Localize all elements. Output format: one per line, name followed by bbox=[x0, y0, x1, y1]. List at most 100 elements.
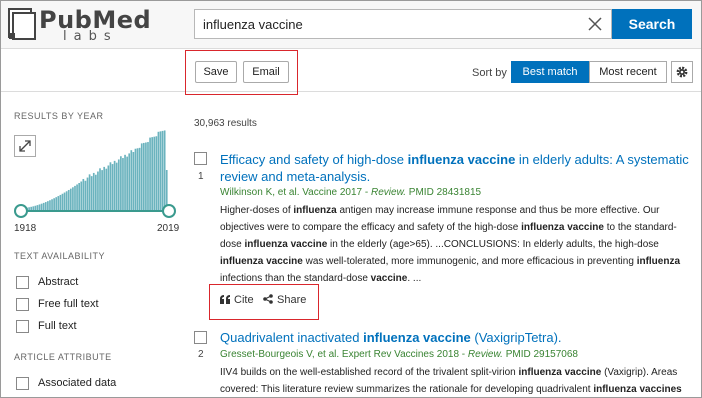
snippet-highlight: influenza vaccine bbox=[244, 239, 328, 250]
filter-free-full-text-checkbox[interactable] bbox=[16, 298, 29, 311]
histogram-bar bbox=[95, 174, 97, 210]
histogram-bar bbox=[72, 187, 74, 210]
histogram-bar bbox=[67, 189, 70, 210]
histogram-bar bbox=[74, 185, 76, 210]
histogram-bar bbox=[53, 198, 55, 210]
histogram-bar bbox=[120, 156, 122, 210]
snippet-highlight: influenza vaccine bbox=[521, 222, 604, 233]
histogram-bar bbox=[153, 136, 156, 210]
filter-associated-data-label[interactable]: Associated data bbox=[38, 377, 116, 389]
histogram-bar bbox=[55, 197, 58, 210]
search-button[interactable]: Search bbox=[612, 9, 692, 39]
histogram-bar bbox=[99, 168, 101, 210]
histogram-bar bbox=[149, 137, 151, 210]
search-input[interactable] bbox=[195, 10, 575, 38]
clear-x-icon bbox=[588, 17, 602, 31]
histogram-bar bbox=[145, 142, 147, 210]
result-2-authors: Gresset-Bourgeois V, et al. Expert Rev V… bbox=[220, 349, 468, 360]
actions-bar: Save Email Sort by Best match Most recen… bbox=[1, 50, 701, 95]
histogram-bar bbox=[92, 172, 95, 210]
expand-icon bbox=[19, 140, 31, 152]
snippet-highlight: influenza bbox=[293, 205, 337, 216]
histogram-bar bbox=[61, 193, 64, 210]
result-1-authors: Wilkinson K, et al. Vaccine 2017 - bbox=[220, 187, 371, 198]
pubmed-labs-logo[interactable]: PubMed labs bbox=[7, 5, 151, 45]
share-button[interactable]: Share bbox=[263, 294, 306, 306]
histogram-bar bbox=[165, 170, 168, 210]
share-label: Share bbox=[277, 294, 307, 306]
result-2-number: 2 bbox=[198, 349, 204, 360]
snippet-text: was well-tolerated, more immunogenic, an… bbox=[302, 256, 637, 267]
range-end-handle[interactable] bbox=[162, 204, 176, 218]
snippet-text: in the elderly (age>65). ...CONCLUSIONS:… bbox=[327, 239, 659, 250]
histogram-bar bbox=[142, 142, 145, 210]
cite-button[interactable]: Cite bbox=[220, 294, 254, 306]
histogram-bar bbox=[97, 171, 99, 210]
result-1-title[interactable]: Efficacy and safety of high-dose influen… bbox=[220, 151, 690, 185]
filter-abstract-checkbox[interactable] bbox=[16, 276, 29, 289]
result-1-citation: Wilkinson K, et al. Vaccine 2017 - Revie… bbox=[220, 187, 481, 198]
histogram-bar bbox=[109, 162, 112, 210]
expand-chart-button[interactable] bbox=[14, 135, 36, 157]
snippet-highlight: influenza bbox=[636, 256, 681, 267]
result-1-type: Review. bbox=[371, 187, 407, 198]
histogram-bar bbox=[136, 148, 139, 210]
histogram-bar bbox=[84, 180, 87, 210]
quote-icon bbox=[220, 295, 230, 304]
header: PubMed labs Search bbox=[1, 1, 701, 49]
save-button[interactable]: Save bbox=[195, 61, 237, 83]
histogram-bar bbox=[159, 131, 162, 210]
result-2-pmid: PMID 29157068 bbox=[502, 349, 578, 360]
histogram-bar bbox=[157, 131, 160, 210]
filter-full-text-checkbox[interactable] bbox=[16, 320, 29, 333]
snippet-text: . ... bbox=[407, 273, 422, 284]
histogram-bar bbox=[117, 159, 120, 210]
histogram-bar bbox=[88, 174, 91, 210]
sort-most-recent-button[interactable]: Most recent bbox=[589, 61, 667, 83]
filter-full-text-label[interactable]: Full text bbox=[38, 320, 77, 332]
histogram-bar bbox=[101, 170, 103, 210]
text-availability-heading: TEXT AVAILABILITY bbox=[14, 251, 106, 261]
snippet-text: IIV4 builds on the well-established reco… bbox=[220, 367, 519, 378]
histogram-bar bbox=[128, 153, 131, 210]
result-2-title[interactable]: Quadrivalent inactivated influenza vacci… bbox=[220, 329, 690, 346]
histogram-bar bbox=[138, 147, 141, 210]
histogram-bar bbox=[38, 204, 41, 210]
filter-associated-data-checkbox[interactable] bbox=[16, 377, 29, 390]
filter-abstract-label[interactable]: Abstract bbox=[38, 276, 78, 288]
gear-icon bbox=[676, 66, 688, 78]
result-2-title-text: Quadrivalent inactivated bbox=[220, 330, 364, 345]
filter-free-full-text-label[interactable]: Free full text bbox=[38, 298, 99, 310]
histogram-bar bbox=[132, 151, 135, 210]
result-2-snippet: IIV4 builds on the well-established reco… bbox=[220, 364, 695, 397]
histogram-bar bbox=[134, 148, 137, 210]
year-end-label: 2019 bbox=[157, 223, 180, 234]
snippet-highlight: vaccine bbox=[370, 273, 408, 284]
histogram-bar bbox=[63, 192, 66, 210]
histogram-bar bbox=[57, 196, 60, 210]
result-1-title-highlight: influenza vaccine bbox=[407, 152, 516, 167]
histogram-bar bbox=[47, 201, 49, 210]
result-1-pmid: PMID 28431815 bbox=[406, 187, 482, 198]
result-1-checkbox[interactable] bbox=[194, 152, 207, 165]
share-icon bbox=[263, 294, 273, 304]
histogram-bar bbox=[32, 206, 35, 210]
histogram-bar bbox=[105, 168, 108, 210]
histogram-bar bbox=[140, 143, 143, 210]
article-attribute-heading: ARTICLE ATTRIBUTE bbox=[14, 352, 112, 362]
result-2-checkbox[interactable] bbox=[194, 331, 207, 344]
year-start-label: 1918 bbox=[14, 223, 37, 234]
email-button[interactable]: Email bbox=[243, 61, 289, 83]
result-2-title-text-end: (VaxigripTetra). bbox=[470, 330, 562, 345]
histogram-bar bbox=[49, 200, 51, 210]
histogram-bar bbox=[76, 184, 78, 210]
histogram-bar bbox=[59, 194, 62, 210]
display-options-button[interactable] bbox=[671, 61, 693, 83]
snippet-text: Higher-doses of bbox=[220, 205, 294, 216]
histogram-bar bbox=[90, 176, 93, 210]
result-2-citation: Gresset-Bourgeois V, et al. Expert Rev V… bbox=[220, 349, 578, 360]
clear-search-button[interactable] bbox=[587, 16, 603, 32]
sort-by-label: Sort by bbox=[472, 67, 507, 79]
sort-best-match-button[interactable]: Best match bbox=[511, 61, 589, 83]
range-start-handle[interactable] bbox=[14, 204, 28, 218]
